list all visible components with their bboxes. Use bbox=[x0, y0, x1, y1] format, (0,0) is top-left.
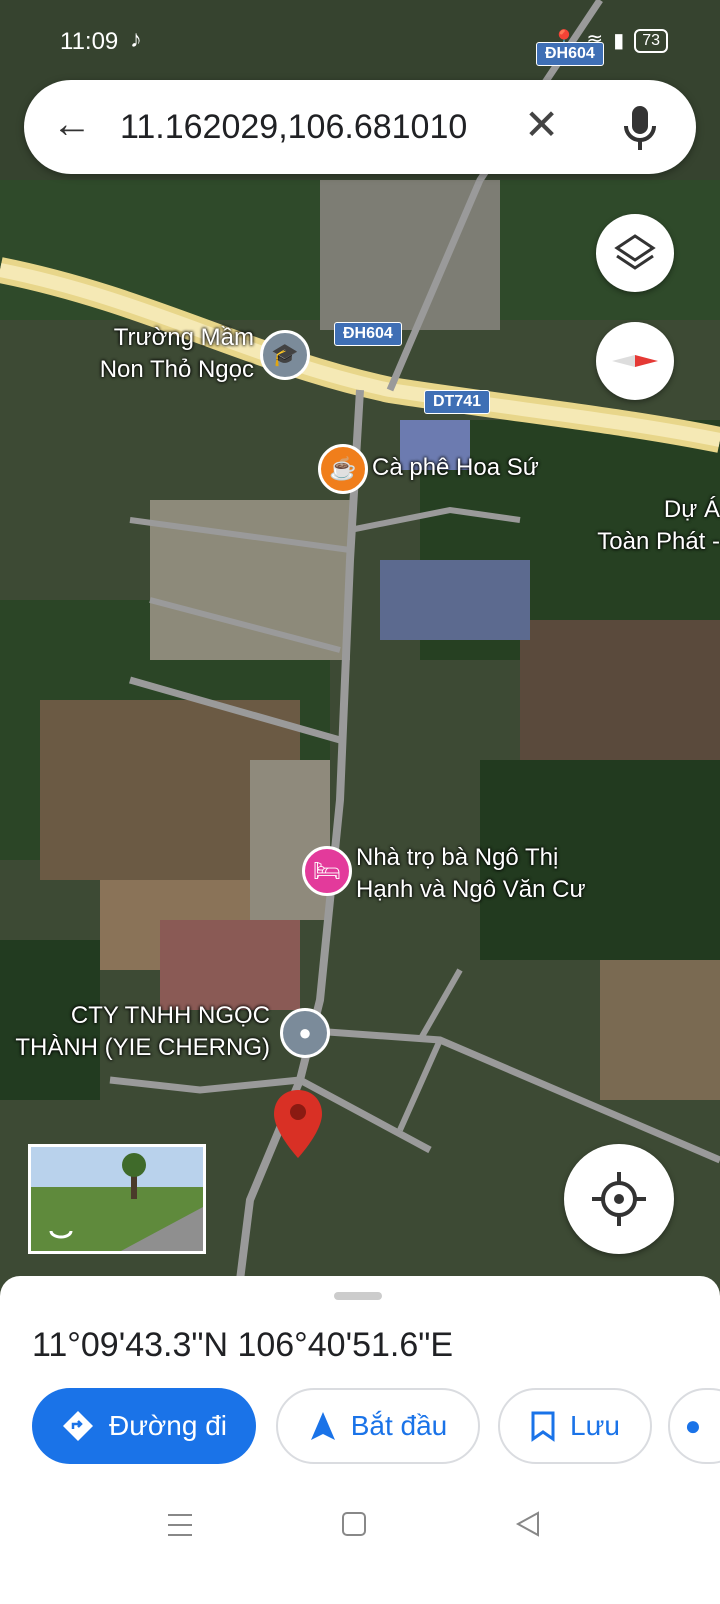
more-actions-button[interactable]: ● bbox=[668, 1388, 720, 1464]
place-icon[interactable]: ● bbox=[280, 1008, 330, 1058]
place-label-coffee[interactable]: Cà phê Hoa Sứ bbox=[372, 452, 539, 484]
clear-icon[interactable]: ✕ bbox=[524, 100, 559, 149]
start-label: Bắt đầu bbox=[350, 1410, 448, 1441]
place-label-project[interactable]: Dự Á Toàn Phát - bbox=[570, 494, 720, 558]
layers-button[interactable] bbox=[596, 214, 674, 292]
coordinates-text: 11°09'43.3"N 106°40'51.6"E bbox=[32, 1326, 453, 1364]
sheet-drag-handle[interactable] bbox=[334, 1292, 382, 1300]
system-nav-bar bbox=[0, 1488, 720, 1604]
street-view-thumbnail[interactable] bbox=[28, 1144, 206, 1254]
my-location-button[interactable] bbox=[564, 1144, 674, 1254]
save-label: Lưu bbox=[570, 1410, 620, 1441]
place-label-hostel[interactable]: Nhà trọ bà Ngô Thị Hạnh và Ngô Văn Cư bbox=[356, 842, 586, 906]
place-label-company[interactable]: CTY TNHH NGỌC THÀNH (YIE CHERNG) bbox=[0, 1000, 270, 1064]
start-button[interactable]: Bắt đầu bbox=[276, 1388, 480, 1464]
back-arrow-icon[interactable]: ← bbox=[52, 102, 92, 147]
status-time: 11:09 bbox=[60, 28, 119, 55]
signal-icon: ▮ bbox=[613, 30, 625, 52]
status-bar: 11:09 ♪ 📍 ≋ ▮ 73 ĐH604 bbox=[0, 0, 720, 80]
compass-icon bbox=[612, 355, 658, 367]
menu-icon[interactable] bbox=[166, 1512, 194, 1538]
navigation-arrow-icon bbox=[310, 1412, 335, 1440]
place-label-school[interactable]: Trường Mầm Non Thỏ Ngọc bbox=[74, 322, 254, 386]
more-dot-icon: ● bbox=[684, 1410, 702, 1441]
road-label-dh604: ĐH604 bbox=[334, 322, 402, 346]
battery-indicator: 73 bbox=[634, 28, 668, 53]
satellite-imagery bbox=[0, 0, 720, 1330]
save-button[interactable]: Lưu bbox=[498, 1388, 652, 1464]
road-label-top: ĐH604 bbox=[536, 42, 604, 66]
back-icon[interactable] bbox=[514, 1510, 542, 1538]
bed-icon[interactable]: 🛏 bbox=[302, 846, 352, 896]
search-bar[interactable]: ← 11.162029,106.681010 ✕ bbox=[24, 80, 696, 174]
directions-label: Đường đi bbox=[108, 1410, 228, 1441]
bookmark-icon bbox=[531, 1411, 555, 1442]
directions-icon bbox=[62, 1411, 93, 1441]
school-icon[interactable]: 🎓 bbox=[260, 330, 310, 380]
compass-button[interactable] bbox=[596, 322, 674, 400]
tiktok-icon: ♪ bbox=[130, 26, 142, 53]
street-view-image bbox=[31, 1147, 203, 1251]
layers-icon bbox=[614, 234, 656, 270]
search-input[interactable]: 11.162029,106.681010 bbox=[120, 108, 467, 147]
road-label-dt741: DT741 bbox=[424, 390, 491, 414]
directions-button[interactable]: Đường đi bbox=[32, 1388, 256, 1464]
my-location-icon bbox=[592, 1172, 646, 1226]
mic-icon[interactable] bbox=[620, 102, 660, 152]
map-view[interactable] bbox=[0, 0, 720, 1330]
dropped-pin-icon[interactable] bbox=[272, 1088, 324, 1160]
coffee-icon[interactable]: ☕ bbox=[318, 444, 368, 494]
home-icon[interactable] bbox=[340, 1510, 368, 1538]
